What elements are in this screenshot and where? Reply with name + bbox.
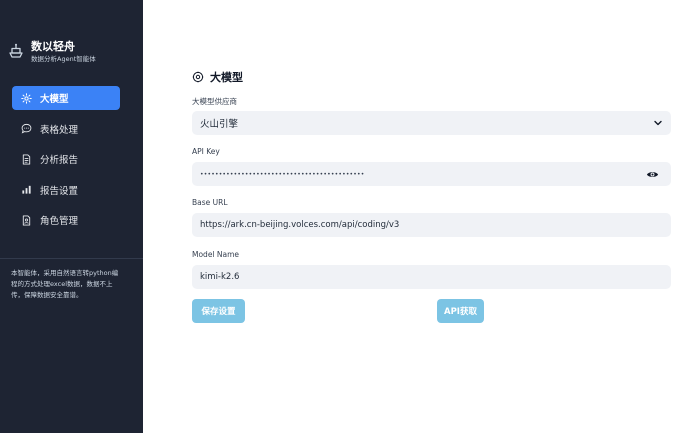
sidebar-item-llm[interactable]: 大模型: [12, 86, 120, 110]
api-key-label: API Key: [192, 147, 220, 156]
boat-logo-icon: [9, 43, 23, 58]
sidebar-item-roles[interactable]: 角色管理: [12, 208, 120, 232]
sidebar-divider: [0, 258, 143, 259]
section-title-text: 大模型: [210, 71, 243, 84]
gear-icon: [192, 71, 204, 83]
provider-selected-value: 火山引擎: [200, 119, 239, 130]
sidebar-item-label: 大模型: [40, 94, 69, 105]
section-title: 大模型: [192, 69, 243, 85]
brand-title: 数以轻舟: [31, 40, 75, 53]
bar-chart-icon: [22, 185, 31, 194]
user-file-icon: [22, 214, 31, 226]
chevron-down-icon: [654, 120, 662, 126]
sidebar-item-report[interactable]: 分析报告: [12, 147, 120, 171]
sidebar: 数以轻舟 数据分析Agent智能体 大模型 表格处理 分析报告 报告设置 角色管…: [0, 0, 143, 433]
chat-icon: [21, 123, 32, 134]
sidebar-item-label: 角色管理: [40, 216, 79, 227]
base-url-input[interactable]: [200, 220, 663, 230]
sidebar-item-label: 分析报告: [40, 155, 79, 166]
document-icon: [22, 153, 31, 165]
api-get-button[interactable]: API获取: [437, 299, 484, 323]
sidebar-item-table[interactable]: 表格处理: [12, 117, 120, 141]
gear-icon: [21, 92, 32, 104]
api-key-masked-value: ••••••••••••••••••••••••••••••••••••••••…: [200, 170, 365, 178]
base-url-field[interactable]: [192, 213, 671, 237]
sidebar-nav: 大模型 表格处理 分析报告 报告设置 角色管理: [12, 86, 120, 239]
api-key-field[interactable]: ••••••••••••••••••••••••••••••••••••••••…: [192, 162, 671, 186]
provider-label: 大模型供应商: [192, 97, 237, 106]
base-url-label: Base URL: [192, 198, 228, 207]
save-settings-button[interactable]: 保存设置: [192, 299, 245, 323]
sidebar-item-label: 表格处理: [40, 124, 79, 136]
provider-select[interactable]: 火山引擎: [192, 111, 671, 135]
model-name-input[interactable]: [200, 272, 663, 282]
model-name-label: Model Name: [192, 250, 240, 259]
sidebar-description: 本智能体，采用自然语言转python编程的方式处理excel数据，数据不上传，保…: [11, 269, 119, 299]
model-name-field[interactable]: [192, 265, 671, 289]
sidebar-item-label: 报告设置: [40, 185, 79, 197]
brand: 数以轻舟 数据分析Agent智能体: [8, 40, 96, 64]
sidebar-item-report-settings[interactable]: 报告设置: [12, 178, 120, 202]
brand-subtitle: 数据分析Agent智能体: [31, 55, 96, 63]
eye-icon[interactable]: [646, 168, 659, 181]
